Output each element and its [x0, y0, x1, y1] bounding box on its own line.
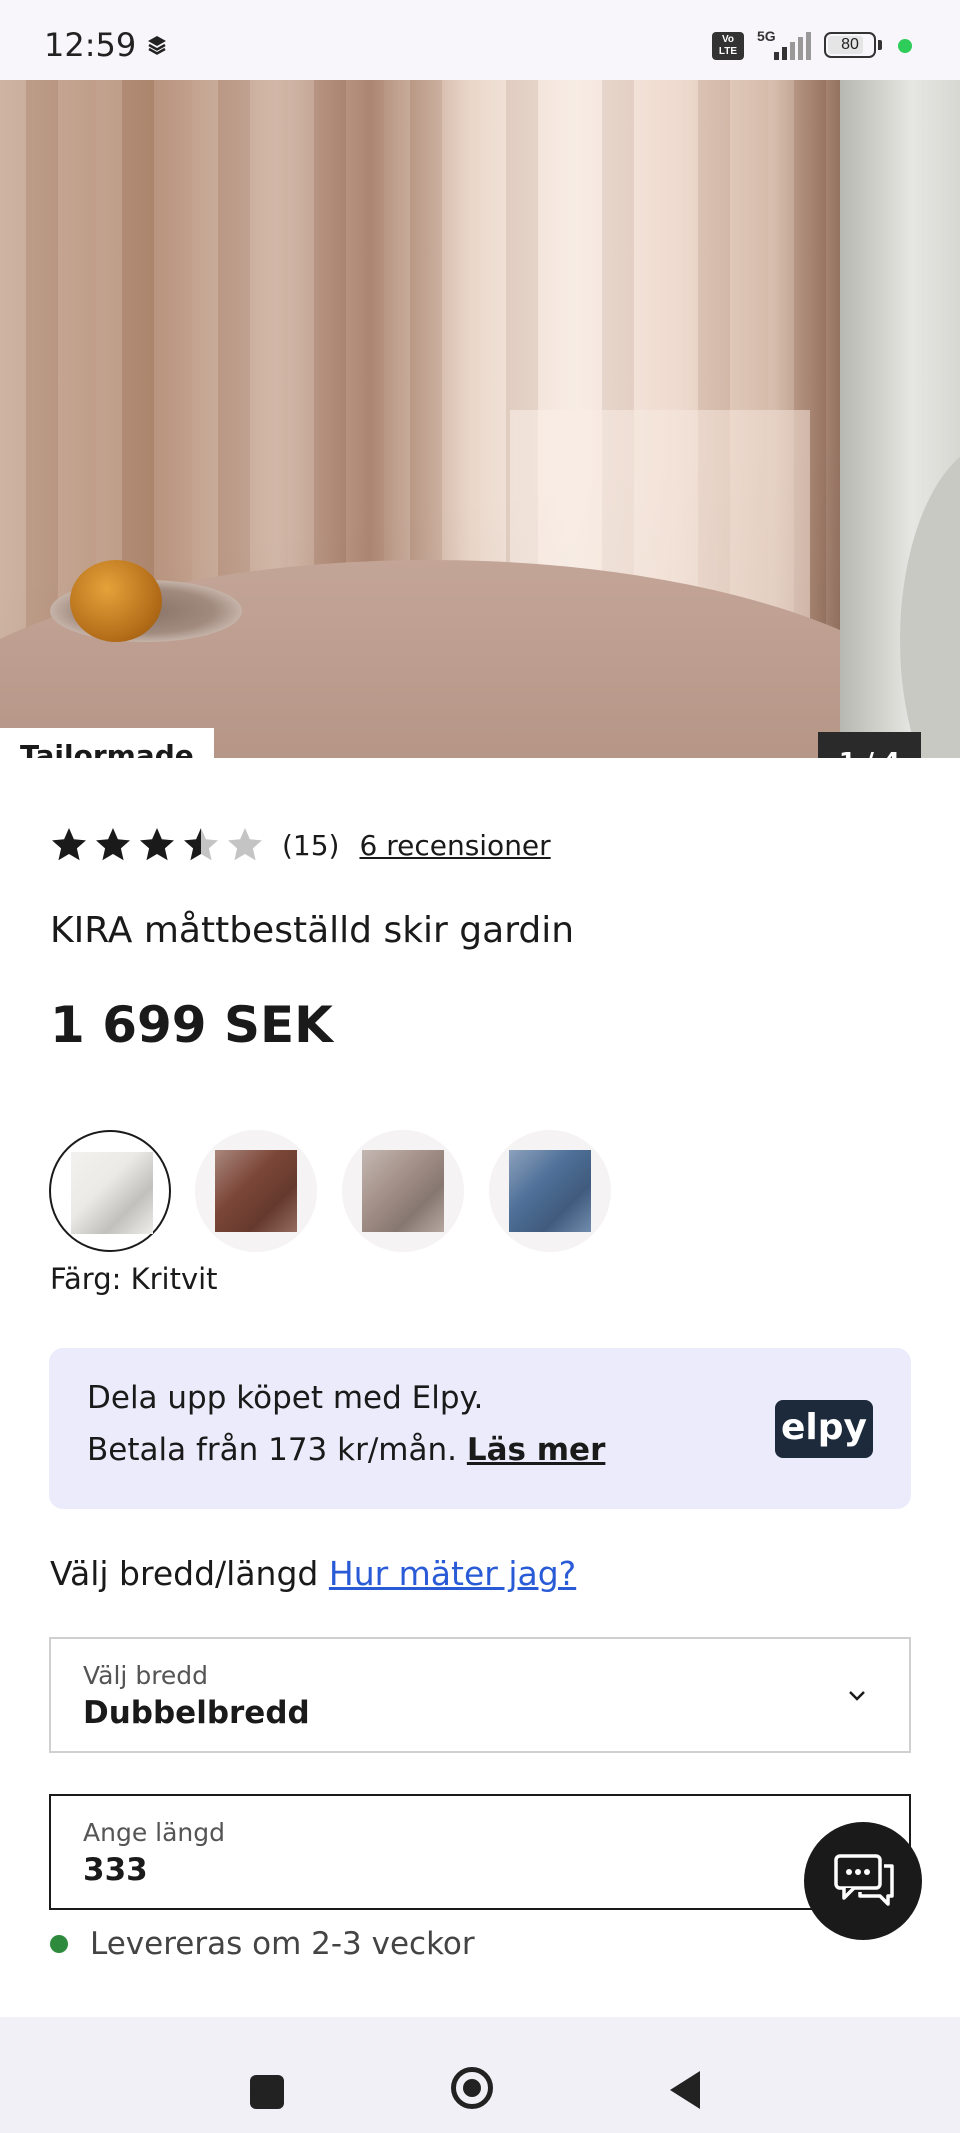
size-prompt: Välj bredd/längd	[50, 1554, 319, 1593]
rating-count: (15)	[282, 828, 340, 862]
elpy-read-more-link[interactable]: Läs mer	[467, 1432, 606, 1468]
star-rating	[50, 826, 264, 864]
star-filled-icon	[140, 828, 174, 861]
product-price: 1 699 SEK	[50, 996, 333, 1054]
status-time: 12:59	[44, 26, 137, 64]
status-bar: 12:59 Vo LTE 5G 80	[0, 0, 960, 80]
swatch-image	[509, 1150, 591, 1232]
selected-color-label: Färg: Kritvit	[50, 1262, 218, 1296]
elpy-line-2: Betala från 173 kr/mån. Läs mer	[87, 1432, 605, 1468]
product-image-gallery[interactable]: Tailormade 1 / 4	[0, 80, 960, 758]
elpy-price-text: Betala från 173 kr/mån.	[87, 1432, 457, 1468]
star-filled-icon	[96, 828, 130, 861]
delivery-status: Levereras om 2-3 veckor	[50, 1926, 475, 1962]
color-swatch-kritvit[interactable]	[49, 1130, 171, 1252]
recents-icon[interactable]	[250, 2075, 284, 2109]
elpy-line-1: Dela upp köpet med Elpy.	[87, 1380, 484, 1416]
measure-help-link[interactable]: Hur mäter jag?	[329, 1554, 576, 1593]
product-title: KIRA måttbeställd skir gardin	[50, 910, 575, 951]
delivery-text: Levereras om 2-3 veckor	[90, 1926, 475, 1962]
chevron-down-icon	[849, 1691, 865, 1701]
home-icon[interactable]	[451, 2067, 493, 2109]
delivery-status-dot	[50, 1935, 68, 1953]
battery-text: 80	[841, 36, 859, 53]
elpy-logo: elpy	[775, 1400, 873, 1458]
signal-icon	[774, 32, 811, 60]
width-select-label: Välj bredd	[83, 1661, 209, 1690]
length-input-value: 333	[83, 1852, 148, 1888]
tailormade-badge: Tailormade	[0, 728, 214, 758]
layers-icon	[148, 36, 166, 55]
notification-dot-icon	[898, 39, 912, 53]
back-icon[interactable]	[668, 2069, 702, 2111]
elpy-financing-banner: Dela upp köpet med Elpy. Betala från 173…	[49, 1348, 911, 1509]
swatch-image	[215, 1150, 297, 1232]
volte-icon: Vo LTE	[712, 32, 744, 60]
star-half-icon	[184, 828, 218, 861]
width-select-value: Dubbelbredd	[83, 1695, 310, 1731]
length-input[interactable]: Ange längd 333	[49, 1794, 911, 1910]
color-swatch-3[interactable]	[342, 1130, 464, 1252]
image-counter: 1 / 4	[818, 732, 921, 758]
reviews-link[interactable]: 6 recensioner	[359, 829, 550, 862]
swatch-image	[71, 1152, 153, 1234]
swatch-image	[362, 1150, 444, 1232]
width-select[interactable]: Välj bredd Dubbelbredd	[49, 1637, 911, 1753]
chat-bubbles-icon	[834, 1854, 894, 1906]
rating-row: (15) 6 recensioner	[50, 820, 551, 870]
star-empty-icon	[228, 828, 262, 861]
battery-cap	[878, 40, 882, 50]
color-swatch-4[interactable]	[489, 1130, 611, 1252]
size-prompt-row: Välj bredd/längd Hur mäter jag?	[50, 1554, 576, 1593]
star-filled-icon	[52, 828, 86, 861]
chat-button[interactable]	[804, 1822, 922, 1940]
lemon	[70, 560, 162, 642]
battery-icon: 80	[824, 32, 876, 58]
system-nav-bar	[0, 2017, 960, 2133]
color-swatch-2[interactable]	[195, 1130, 317, 1252]
length-input-label: Ange längd	[83, 1818, 225, 1847]
